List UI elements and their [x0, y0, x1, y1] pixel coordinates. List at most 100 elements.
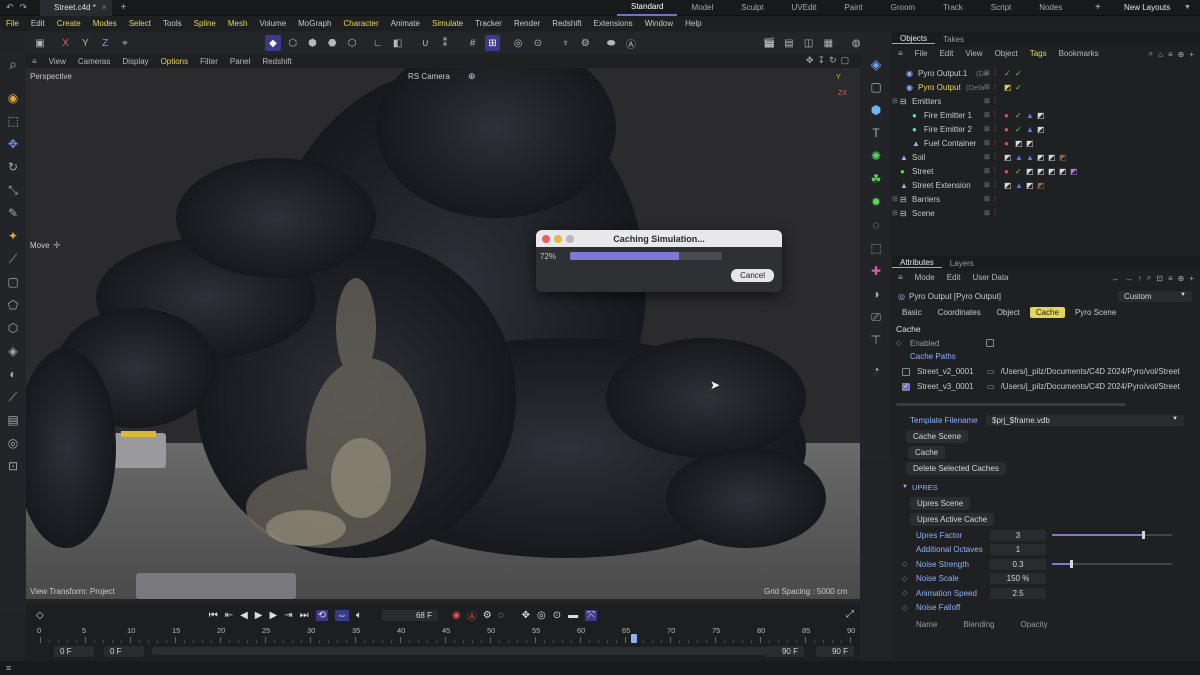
object-tag-icon[interactable]: ●: [1004, 167, 1009, 176]
object-row-fire-emitter-1[interactable]: ● Fire Emitter 1 ⊠ ⁞ ● ✓ ▲ ◩: [892, 108, 1200, 122]
pyro-icon[interactable]: ✚: [866, 261, 886, 281]
mograph-icon[interactable]: ☘: [866, 169, 886, 189]
object-row-fuel-container[interactable]: ▲ Fuel Container ⊠ ⁞ ● ◩ ◩: [892, 136, 1200, 150]
expand-icon[interactable]: ⊞: [892, 97, 898, 105]
rotate-tool-icon[interactable]: ↻: [3, 157, 23, 177]
attributes-menu-icon[interactable]: ≡: [892, 273, 909, 282]
object-tag-icon[interactable]: ◩: [1037, 153, 1045, 162]
mask-icon[interactable]: ◐: [3, 364, 23, 384]
param-value-field[interactable]: 1: [990, 544, 1046, 556]
object-tag-icon[interactable]: ◩: [1037, 181, 1045, 190]
layout-tab-paint[interactable]: Paint: [830, 0, 876, 16]
new-window-icon[interactable]: ⊕: [1178, 50, 1185, 59]
enabled-checkbox[interactable]: [986, 339, 994, 347]
maximize-icon[interactable]: ▢: [841, 55, 850, 66]
param-slider[interactable]: [1052, 560, 1172, 569]
end-frame-field[interactable]: 90 F: [816, 645, 854, 657]
object-tag-icon[interactable]: ◩: [1048, 153, 1056, 162]
menu-mograph[interactable]: MoGraph: [292, 19, 337, 28]
next-key-icon[interactable]: ⇥: [284, 610, 292, 621]
animate-diamond-icon[interactable]: ◇: [896, 339, 910, 347]
tab-layers[interactable]: Layers: [942, 259, 982, 268]
motion-record-icon[interactable]: ◌: [498, 610, 504, 621]
object-tag-icon[interactable]: ◩: [1004, 181, 1012, 190]
visibility-toggle-icon[interactable]: ⊠: [984, 181, 990, 189]
param-value-field[interactable]: 3: [990, 529, 1046, 541]
delete-selected-caches-button[interactable]: Delete Selected Caches: [906, 462, 1006, 475]
render-picture-viewer-icon[interactable]: ▤: [781, 35, 797, 51]
visibility-toggle-icon[interactable]: ⊠: [984, 97, 990, 105]
redshift-ipr-icon[interactable]: ▦: [821, 35, 837, 51]
environment-icon[interactable]: ◑: [866, 284, 886, 304]
layout-tab-script[interactable]: Script: [977, 0, 1025, 16]
object-tag-icon[interactable]: ◩: [1026, 139, 1034, 148]
tab-attributes[interactable]: Attributes: [892, 258, 942, 268]
cache-checkbox[interactable]: ✓: [902, 382, 910, 391]
animate-diamond-icon[interactable]: ◇: [896, 575, 916, 583]
cache-button[interactable]: Cache: [908, 446, 946, 459]
object-tag-icon[interactable]: ▲: [1026, 111, 1034, 120]
object-tag-icon[interactable]: ◩: [1004, 83, 1012, 92]
points-mode-icon[interactable]: ⬡: [285, 35, 301, 51]
slider-handle[interactable]: [1070, 560, 1073, 569]
current-frame-field[interactable]: 68 F: [381, 609, 438, 621]
visibility-toggle-icon[interactable]: ⊠: [984, 139, 990, 147]
workplane-icon[interactable]: ◎: [510, 35, 526, 51]
param-value-field[interactable]: 0.3: [990, 558, 1046, 570]
autokey-icon[interactable]: Ⓐ: [623, 35, 639, 51]
generator-icon[interactable]: ✺: [866, 146, 886, 166]
viewport-menu-panel[interactable]: Panel: [224, 57, 256, 66]
record-icon[interactable]: ◉: [452, 610, 461, 621]
render-dots-icon[interactable]: ⁞: [994, 112, 996, 119]
axis-mode-icon[interactable]: ∟: [370, 35, 386, 51]
knife-icon[interactable]: ⟋: [3, 249, 23, 269]
viewport-menu-display[interactable]: Display: [116, 57, 154, 66]
close-tab-icon[interactable]: ×: [102, 3, 107, 12]
render-dots-icon[interactable]: ⁞: [994, 70, 996, 77]
menu-extensions[interactable]: Extensions: [588, 19, 639, 28]
object-tag-icon[interactable]: ◩: [1037, 125, 1045, 134]
menu-icon[interactable]: ≡: [6, 663, 11, 673]
param-value-field[interactable]: 2.5: [990, 587, 1046, 599]
object-tag-icon[interactable]: ◩: [1015, 139, 1023, 148]
object-tag-icon[interactable]: ✓: [1015, 111, 1022, 120]
undo-icon[interactable]: ↶: [6, 2, 14, 13]
menu-volume[interactable]: Volume: [253, 19, 292, 28]
object-tag-icon[interactable]: ●: [1004, 125, 1009, 134]
deformer-icon[interactable]: ✹: [866, 192, 886, 212]
field-icon[interactable]: ◌: [866, 215, 886, 235]
menu-tools[interactable]: Tools: [157, 19, 188, 28]
range-icon[interactable]: ⇔: [334, 609, 349, 621]
objects-menu-view[interactable]: View: [959, 49, 988, 58]
range-slider[interactable]: [152, 647, 792, 655]
menu-render[interactable]: Render: [508, 19, 546, 28]
camera-icon[interactable]: ▣: [32, 35, 48, 51]
orbit-icon[interactable]: ↧: [818, 55, 826, 66]
view-icon[interactable]: ⬬: [603, 35, 619, 51]
object-tag-icon[interactable]: ◩: [1070, 167, 1078, 176]
position-key-icon[interactable]: ✥: [522, 610, 530, 621]
model-mode-icon[interactable]: ◆: [265, 35, 281, 51]
filter-icon[interactable]: ≡: [1168, 274, 1173, 283]
home-icon[interactable]: ⌂: [1158, 50, 1163, 59]
render-dots-icon[interactable]: ⁞: [994, 182, 996, 189]
menu-file[interactable]: File: [0, 19, 25, 28]
menu-tracker[interactable]: Tracker: [469, 19, 508, 28]
paint-icon[interactable]: ◈: [3, 341, 23, 361]
symmetry-icon[interactable]: ♆: [558, 35, 574, 51]
menu-modes[interactable]: Modes: [87, 19, 123, 28]
object-tag-icon[interactable]: ▲: [1015, 181, 1023, 190]
camera-icon[interactable]: ⊕: [468, 71, 476, 82]
tab-cache[interactable]: Cache: [1029, 306, 1065, 318]
edges-mode-icon[interactable]: ⬢: [305, 35, 321, 51]
render-dots-icon[interactable]: ⁞: [994, 140, 996, 147]
coordinate-system-icon[interactable]: ⌖: [117, 35, 133, 51]
scene-nodes-icon[interactable]: ◔: [866, 360, 886, 380]
object-tag-icon[interactable]: ◩: [1059, 153, 1067, 162]
animate-diamond-icon[interactable]: ◇: [896, 560, 916, 568]
object-tag-icon[interactable]: ▲: [1026, 125, 1034, 134]
object-tag-icon[interactable]: ✓: [1004, 69, 1011, 78]
timeline-expand-icon[interactable]: ⤢: [846, 609, 854, 620]
3d-viewport[interactable]: Perspective RS Camera ⊕ Move ✛ Y ZX View…: [26, 68, 860, 599]
magnet-tool-icon[interactable]: ◎: [3, 433, 23, 453]
